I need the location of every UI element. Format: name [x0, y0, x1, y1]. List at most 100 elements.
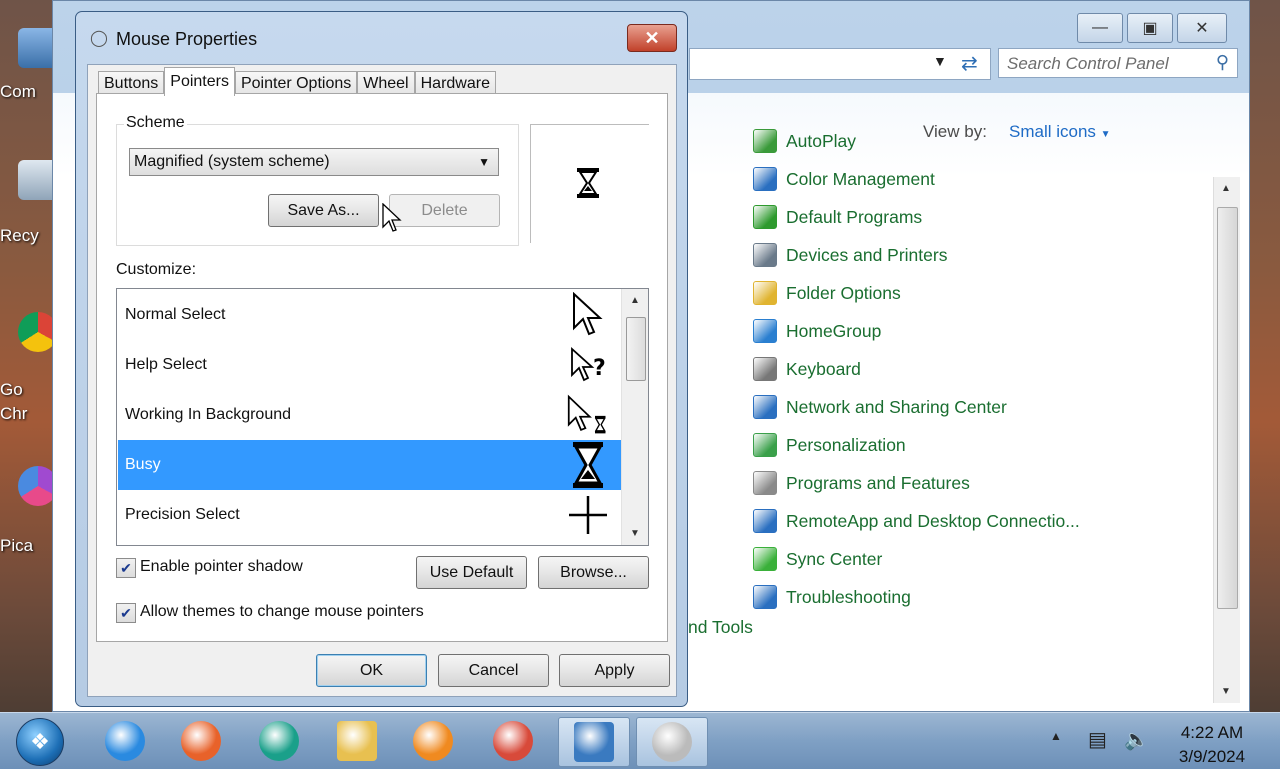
control-panel-item[interactable]: Devices and Printers	[753, 236, 1080, 274]
control-panel-item-label: Sync Center	[786, 548, 883, 569]
list-item[interactable]: Help Select ?	[118, 340, 621, 390]
taskbar-app[interactable]	[166, 717, 236, 765]
pointer-label: Help Select	[125, 356, 207, 373]
control-panel-item[interactable]: AutoPlay	[753, 122, 1080, 160]
dialog-close-button[interactable]: ✕	[627, 24, 677, 52]
control-panel-scrollbar[interactable]: ▲ ▼	[1213, 177, 1240, 703]
color-management-icon	[753, 167, 777, 191]
dialog-title: Mouse Properties	[116, 29, 258, 49]
minimize-button[interactable]: —	[1077, 13, 1123, 43]
pointer-label: Precision Select	[125, 506, 240, 523]
desktop-icon-computer[interactable]: Com	[0, 28, 60, 102]
enable-pointer-shadow-checkbox[interactable]: ✔	[116, 558, 136, 578]
desktop-icon-recycle-bin[interactable]: Recy	[0, 160, 60, 246]
troubleshooting-icon	[753, 585, 777, 609]
network-icon[interactable]: ▤	[1088, 727, 1107, 752]
scroll-down-icon[interactable]: ▼	[1221, 686, 1231, 697]
pointer-label: Normal Select	[125, 306, 226, 323]
control-panel-item[interactable]: RemoteApp and Desktop Connectio...	[753, 502, 1080, 540]
control-panel-item[interactable]: Network and Sharing Center	[753, 388, 1080, 426]
control-panel-item[interactable]: Programs and Features	[753, 464, 1080, 502]
control-panel-item[interactable]: Color Management	[753, 160, 1080, 198]
pointers-panel: Scheme Magnified (system scheme) ▼ Save …	[96, 93, 668, 642]
control-panel-item-label: Troubleshooting	[786, 586, 911, 607]
delete-button[interactable]: Delete	[389, 194, 500, 227]
clock[interactable]: 4:22 AM 3/9/2024	[1172, 721, 1252, 769]
tab-pointers[interactable]: Pointers	[164, 67, 235, 96]
scheme-dropdown[interactable]: Magnified (system scheme) ▼	[129, 148, 499, 176]
refresh-icon[interactable]: ⇄	[961, 51, 978, 76]
control-panel-item[interactable]: Keyboard	[753, 350, 1080, 388]
show-hidden-icons-icon[interactable]: ▲	[1050, 729, 1062, 743]
control-panel-item-label: Folder Options	[786, 282, 901, 303]
control-panel-item-label: Programs and Features	[786, 472, 970, 493]
tab-strip: Buttons Pointers Pointer Options Wheel H…	[98, 67, 496, 96]
list-item[interactable]: Working In Background	[118, 390, 621, 440]
chevron-down-icon: ▼	[478, 155, 490, 169]
help-cursor-icon: ?	[567, 344, 609, 386]
keyboard-icon	[753, 357, 777, 381]
scroll-thumb[interactable]	[1217, 207, 1238, 609]
cursor-preview	[530, 124, 649, 243]
sync-center-icon	[753, 547, 777, 571]
taskbar-app[interactable]	[558, 717, 630, 767]
search-input[interactable]: Search Control Panel ⚲	[998, 48, 1238, 78]
scroll-up-icon[interactable]: ▲	[630, 295, 640, 306]
list-item[interactable]: Normal Select	[118, 290, 621, 340]
taskbar-app[interactable]	[636, 717, 708, 767]
desktop-icon-label: Pica	[0, 536, 34, 555]
volume-muted-icon[interactable]: 🔈	[1124, 727, 1149, 752]
control-panel-item[interactable]: Personalization	[753, 426, 1080, 464]
list-item-selected[interactable]: Busy	[118, 440, 621, 490]
file-explorer-icon	[337, 721, 377, 761]
save-as-button[interactable]: Save As...	[268, 194, 379, 227]
clock-date: 3/9/2024	[1178, 747, 1246, 766]
use-default-button[interactable]: Use Default	[416, 556, 527, 589]
arrow-cursor-icon	[567, 292, 609, 336]
folder-options-icon	[753, 281, 777, 305]
control-panel-item[interactable]: Folder Options	[753, 274, 1080, 312]
control-panel-item[interactable]: Troubleshooting	[753, 578, 1080, 616]
pointer-list[interactable]: Normal Select Help Select ? Working In B…	[116, 288, 649, 546]
dialog-body: Buttons Pointers Pointer Options Wheel H…	[87, 64, 677, 697]
close-button[interactable]: ✕	[1177, 13, 1227, 43]
mouse-cursor-icon	[382, 203, 402, 232]
desktop-icon-picasa[interactable]: Pica	[0, 466, 60, 556]
allow-themes-label[interactable]: Allow themes to change mouse pointers	[140, 603, 424, 621]
windows-logo-icon: ❖	[30, 729, 50, 754]
pointer-list-scrollbar[interactable]: ▲ ▼	[621, 289, 648, 545]
browse-button[interactable]: Browse...	[538, 556, 649, 589]
taskbar-app[interactable]	[398, 717, 468, 765]
control-panel-icon	[574, 722, 614, 762]
scroll-down-icon[interactable]: ▼	[630, 528, 640, 539]
taskbar: ❖ ▲ ▤ 🔈 4:22 AM 3/9/2024	[0, 712, 1280, 769]
control-panel-item[interactable]: Default Programs	[753, 198, 1080, 236]
taskbar-app[interactable]	[478, 717, 548, 765]
autoplay-icon	[753, 129, 777, 153]
control-panel-item[interactable]: HomeGroup	[753, 312, 1080, 350]
control-panel-item-label: AutoPlay	[786, 130, 857, 151]
enable-pointer-shadow-label[interactable]: Enable pointer shadow	[140, 558, 303, 576]
control-panel-item[interactable]: Sync Center	[753, 540, 1080, 578]
control-panel-item-label: Network and Sharing Center	[786, 396, 1007, 417]
media-player-icon	[413, 721, 453, 761]
taskbar-app[interactable]	[322, 717, 392, 765]
apply-button[interactable]: Apply	[559, 654, 670, 687]
cancel-button[interactable]: Cancel	[438, 654, 549, 687]
search-icon[interactable]: ⚲	[1216, 52, 1229, 73]
control-panel-item-label: HomeGroup	[786, 320, 882, 341]
start-button[interactable]: ❖	[16, 718, 64, 766]
list-item[interactable]: Precision Select	[118, 490, 621, 540]
control-panel-item-partial[interactable]: nd Tools	[688, 617, 753, 638]
address-dropdown-icon[interactable]: ▼	[933, 53, 947, 69]
taskbar-app[interactable]	[244, 717, 314, 765]
maximize-button[interactable]: ▣	[1127, 13, 1173, 43]
scroll-thumb[interactable]	[626, 317, 646, 381]
homegroup-icon	[753, 319, 777, 343]
desktop-icon-google-chrome[interactable]: Go Chr	[0, 312, 60, 426]
taskbar-app[interactable]	[90, 717, 160, 765]
working-cursor-icon	[567, 394, 609, 436]
ok-button[interactable]: OK	[316, 654, 427, 687]
scroll-up-icon[interactable]: ▲	[1221, 183, 1231, 194]
allow-themes-checkbox[interactable]: ✔	[116, 603, 136, 623]
